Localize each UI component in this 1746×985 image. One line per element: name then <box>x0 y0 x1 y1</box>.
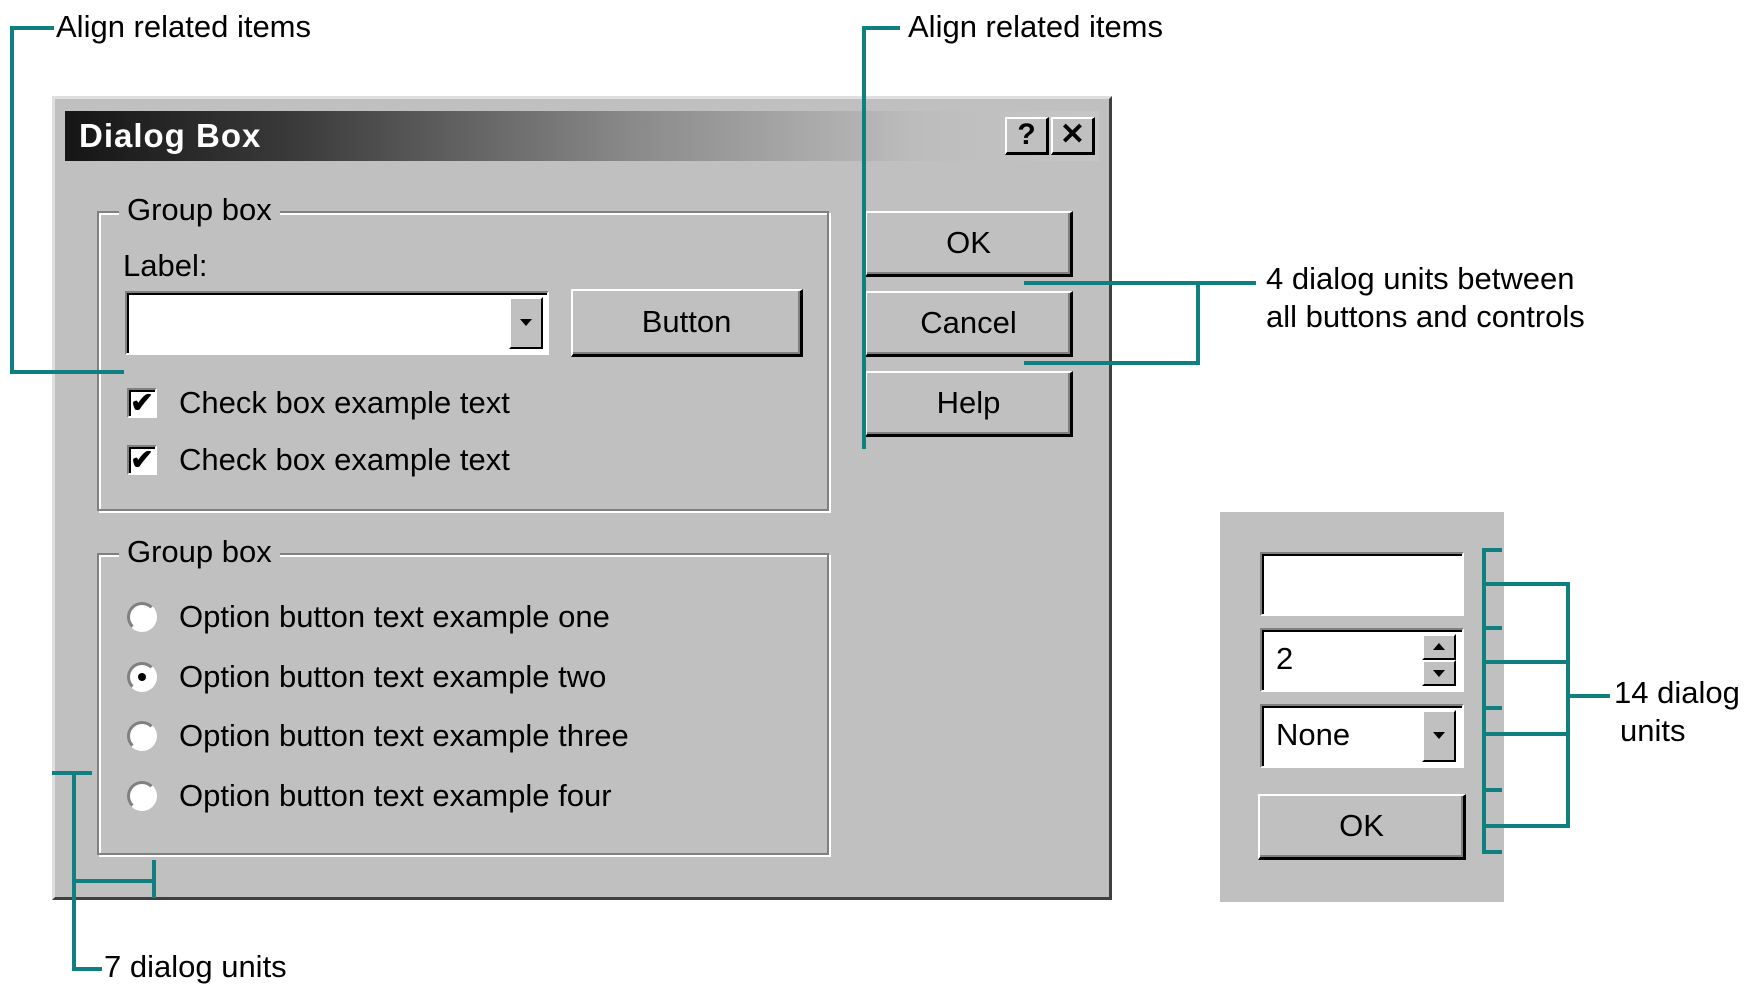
spacing-example-panel: 2 None OK <box>1220 512 1504 902</box>
option-button-3[interactable] <box>127 721 157 751</box>
radio-selected-dot <box>138 673 146 681</box>
help-button[interactable]: Help <box>865 371 1073 437</box>
checkbox-1-label: Check box example text <box>179 385 510 420</box>
cancel-button[interactable]: Cancel <box>865 291 1073 357</box>
annotation-seven-units: 7 dialog units <box>104 949 287 984</box>
annotation-line <box>72 879 154 883</box>
checkmark-icon: ✔ <box>130 444 154 475</box>
annotation-line <box>72 967 102 971</box>
annotation-four-units-1: 4 dialog units between <box>1266 261 1575 296</box>
dialog-title: Dialog Box <box>79 117 262 154</box>
annotation-line <box>1482 732 1570 736</box>
dropdown-value: None <box>1276 717 1351 752</box>
annotation-line <box>10 26 14 374</box>
option-2-label: Option button text example two <box>179 659 607 694</box>
annotation-line <box>1566 582 1570 828</box>
spinner-field[interactable]: 2 <box>1260 628 1464 692</box>
option-4-label: Option button text example four <box>179 778 612 813</box>
spin-up-icon <box>1433 643 1445 650</box>
group-box-2-title: Group box <box>119 535 280 569</box>
annotation-line <box>10 26 54 30</box>
dropdown-button[interactable] <box>1422 710 1456 762</box>
close-title-button[interactable]: ✕ <box>1051 117 1095 155</box>
cancel-button-label: Cancel <box>920 305 1017 340</box>
panel-ok-button[interactable]: OK <box>1258 794 1466 860</box>
text-field[interactable] <box>1260 552 1464 616</box>
annotation-line <box>152 860 156 898</box>
option-1-label: Option button text example one <box>179 599 610 634</box>
annotation-line <box>1024 361 1200 365</box>
ok-button[interactable]: OK <box>865 211 1073 277</box>
annotation-line <box>1566 694 1610 698</box>
annotation-line <box>1482 548 1486 854</box>
annotation-line <box>1482 660 1570 664</box>
help-button-label: Help <box>936 385 1001 420</box>
checkbox-1[interactable]: ✔ <box>127 388 157 418</box>
annotation-line <box>1196 281 1256 285</box>
annotation-line <box>862 26 900 30</box>
spin-up-button[interactable] <box>1422 634 1456 660</box>
spin-down-button[interactable] <box>1422 660 1456 686</box>
close-icon: ✕ <box>1059 118 1086 151</box>
spin-down-icon <box>1433 670 1445 677</box>
option-3-label: Option button text example three <box>179 718 629 753</box>
annotation-fourteen-2: units <box>1620 713 1686 748</box>
help-title-button[interactable]: ? <box>1005 117 1049 155</box>
annotation-line <box>1196 281 1200 365</box>
annotation-line <box>10 370 124 374</box>
group-box-1-title: Group box <box>119 193 280 227</box>
annotation-fourteen-1: 14 dialog <box>1614 675 1740 710</box>
annotation-line <box>862 96 866 449</box>
annotation-line <box>1482 824 1570 828</box>
help-icon: ? <box>1017 118 1036 151</box>
option-button-1[interactable] <box>127 602 157 632</box>
title-bar: Dialog Box ? ✕ <box>65 111 1099 161</box>
checkmark-icon: ✔ <box>130 387 154 418</box>
annotation-align-left: Align related items <box>56 9 312 44</box>
label-combo-box[interactable] <box>125 291 549 355</box>
button-label: Button <box>641 304 732 339</box>
dropdown-arrow-icon <box>520 319 532 326</box>
dialog-window: Dialog Box ? ✕ Group box Label: Button ✔… <box>52 96 1112 900</box>
annotation-line <box>1482 582 1570 586</box>
dropdown-arrow-icon <box>1433 732 1445 739</box>
panel-ok-label: OK <box>1339 808 1384 843</box>
ok-button-label: OK <box>946 225 991 260</box>
checkbox-2[interactable]: ✔ <box>127 445 157 475</box>
option-button-4[interactable] <box>127 781 157 811</box>
checkbox-2-label: Check box example text <box>179 442 510 477</box>
spinner-value: 2 <box>1276 641 1294 676</box>
option-button-2[interactable] <box>127 662 157 692</box>
dropdown-field[interactable]: None <box>1260 704 1464 768</box>
annotation-align-right: Align related items <box>908 9 1164 44</box>
combo-dropdown-button[interactable] <box>509 297 543 349</box>
button[interactable]: Button <box>571 289 803 357</box>
combo-label: Label: <box>123 248 208 283</box>
annotation-line <box>1024 281 1200 285</box>
annotation-four-units-2: all buttons and controls <box>1266 299 1585 334</box>
